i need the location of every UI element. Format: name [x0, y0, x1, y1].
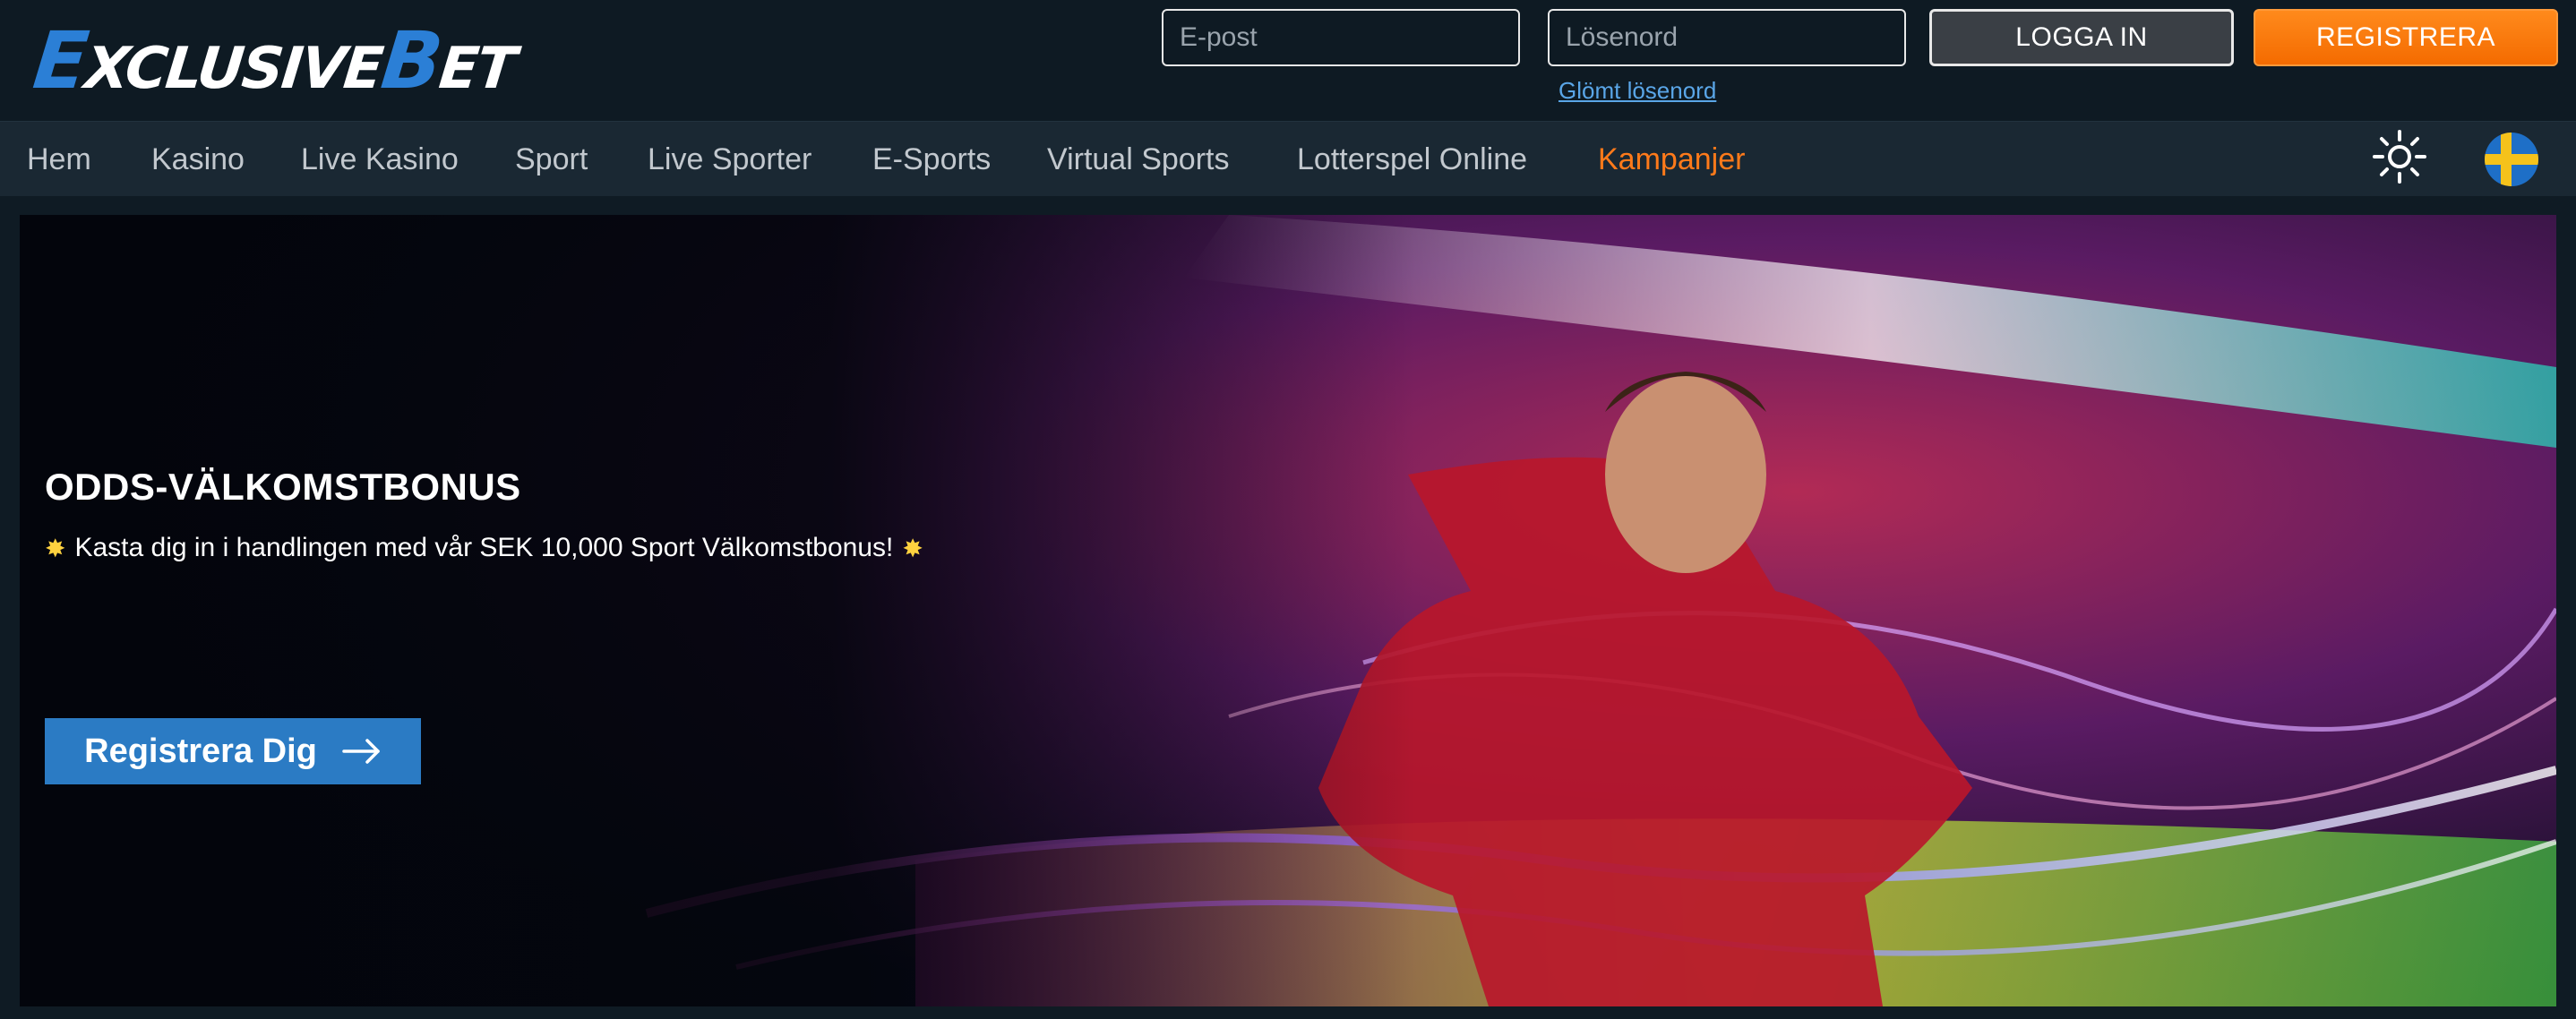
- sparkle-icon: ✸: [45, 534, 66, 562]
- logo-wordmark: EXCLUSIVEBET: [29, 14, 518, 107]
- hero-image: [20, 215, 2556, 1006]
- nav-item-lotterspel-online[interactable]: Lotterspel Online: [1297, 122, 1527, 197]
- sun-icon: [2373, 130, 2426, 184]
- arrow-right-icon: [342, 739, 380, 764]
- theme-toggle[interactable]: [2372, 129, 2427, 184]
- register-button[interactable]: REGISTRERA: [2254, 9, 2558, 66]
- nav-item-kasino[interactable]: Kasino: [151, 122, 245, 197]
- header: EXCLUSIVEBET LOGGA IN REGISTRERA Glömt l…: [0, 0, 2576, 121]
- main-nav: Hem Kasino Live Kasino Sport Live Sporte…: [0, 121, 2576, 196]
- login-button[interactable]: LOGGA IN: [1929, 9, 2234, 66]
- nav-item-live-sporter[interactable]: Live Sporter: [648, 122, 811, 197]
- nav-item-virtual-sports[interactable]: Virtual Sports: [1047, 122, 1229, 197]
- nav-item-e-sports[interactable]: E-Sports: [872, 122, 991, 197]
- nav-item-live-kasino[interactable]: Live Kasino: [301, 122, 459, 197]
- hero-title: ODDS-VÄLKOMSTBONUS: [45, 466, 521, 508]
- sparkle-icon: ✸: [902, 534, 923, 562]
- hero-subtitle: ✸ Kasta dig in i handlingen med vår SEK …: [45, 533, 923, 563]
- language-selector[interactable]: [2485, 133, 2538, 186]
- nav-item-sport[interactable]: Sport: [515, 122, 588, 197]
- nav-item-kampanjer[interactable]: Kampanjer: [1598, 122, 1745, 197]
- cta-label: Registrera Dig: [84, 732, 317, 770]
- hero-subtitle-text: Kasta dig in i handlingen med vår SEK 10…: [74, 533, 894, 562]
- register-cta-button[interactable]: Registrera Dig: [45, 718, 421, 784]
- email-field[interactable]: [1162, 9, 1520, 66]
- nav-item-hem[interactable]: Hem: [27, 122, 91, 197]
- forgot-password-link[interactable]: Glömt lösenord: [1558, 77, 1716, 105]
- hero-banner: ODDS-VÄLKOMSTBONUS ✸ Kasta dig in i hand…: [20, 215, 2556, 1006]
- sweden-flag-icon: [2485, 154, 2538, 165]
- password-field[interactable]: [1548, 9, 1906, 66]
- site-logo[interactable]: EXCLUSIVEBET: [30, 14, 518, 107]
